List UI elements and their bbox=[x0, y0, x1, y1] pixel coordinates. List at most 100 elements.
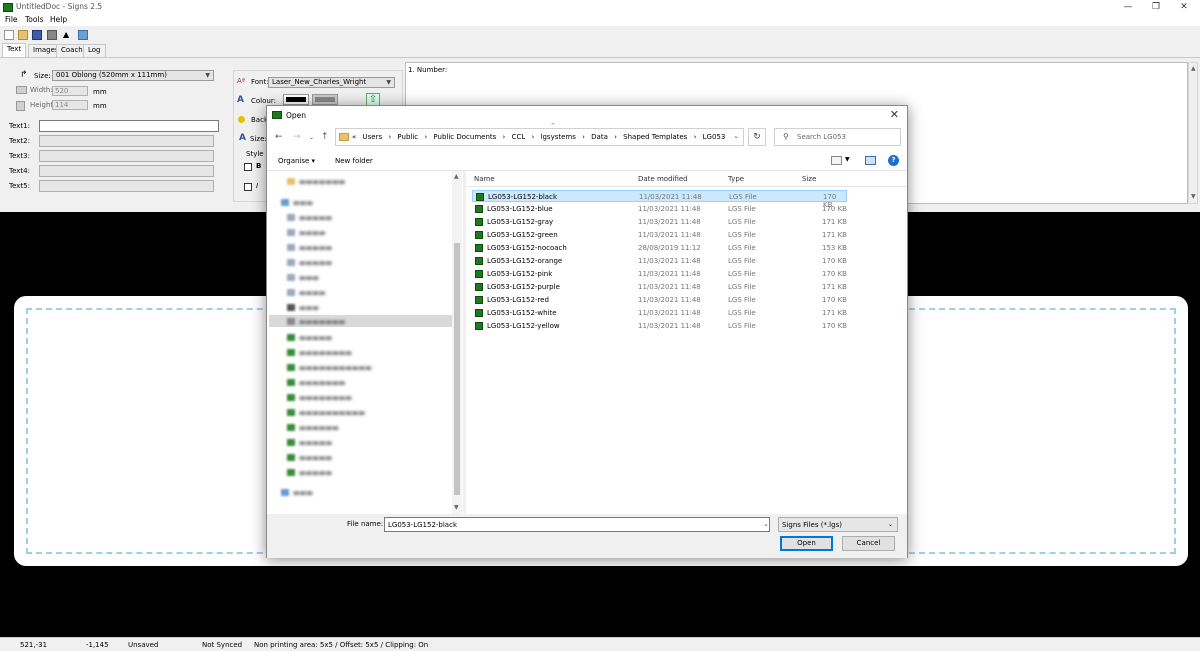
file-row[interactable]: LG053-LG152-orange 11/03/2021 11:48 LGS Fi… bbox=[472, 255, 847, 267]
filename-dropdown-icon[interactable]: ⌄ bbox=[763, 520, 769, 528]
back-arrow-icon[interactable]: ← bbox=[275, 132, 283, 142]
help-icon[interactable]: ? bbox=[888, 155, 899, 166]
scrollbar-thumb[interactable] bbox=[454, 243, 460, 495]
text2-input[interactable] bbox=[39, 135, 214, 147]
flip-icon[interactable]: ▲ bbox=[63, 30, 73, 40]
bold-checkbox[interactable] bbox=[244, 163, 252, 171]
file-row[interactable]: LG053-LG152-yellow 11/03/2021 11:48 LGS Fi… bbox=[472, 320, 847, 332]
nav-item[interactable]: ▬▬▬▬▬▬▬▬ bbox=[299, 349, 352, 357]
scroll-down-icon[interactable]: ▼ bbox=[454, 504, 459, 511]
nav-item[interactable]: ▬▬▬▬▬▬▬▬ bbox=[299, 394, 352, 402]
nav-item[interactable]: ▬▬▬▬▬ bbox=[299, 214, 332, 222]
width-field[interactable]: 520 bbox=[52, 86, 88, 96]
menu-help[interactable]: Help bbox=[50, 15, 67, 24]
view-dropdown-icon[interactable]: ▼ bbox=[845, 156, 850, 163]
new-document-icon[interactable] bbox=[4, 30, 14, 40]
dialog-close-icon[interactable]: ✕ bbox=[890, 108, 899, 121]
nav-item[interactable]: ▬▬▬ bbox=[299, 304, 319, 312]
col-date-modified[interactable]: Date modified bbox=[638, 175, 688, 183]
breadcrumb-public-documents[interactable]: Public Documents bbox=[433, 133, 496, 141]
tab-log[interactable]: Log bbox=[83, 44, 106, 57]
save-icon[interactable] bbox=[32, 30, 42, 40]
file-row[interactable]: LG053-LG152-nocoach 28/08/2019 11:12 LGS F… bbox=[472, 242, 847, 254]
breadcrumb-ccl[interactable]: CCL bbox=[512, 133, 526, 141]
file-row[interactable]: LG053-LG152-green 11/03/2021 11:48 LGS Fil… bbox=[472, 229, 847, 241]
file-row[interactable]: LG053-LG152-white 11/03/2021 11:48 LGS Fil… bbox=[472, 307, 847, 319]
nav-item[interactable]: ▬▬▬▬▬▬▬▬▬▬▬ bbox=[299, 364, 372, 372]
scroll-down-icon[interactable]: ▼ bbox=[1191, 193, 1196, 200]
nav-item[interactable]: ▬▬▬▬▬▬▬ bbox=[299, 318, 345, 326]
preview-pane-icon[interactable] bbox=[865, 156, 876, 165]
cancel-button[interactable]: Cancel bbox=[842, 536, 895, 551]
nav-item[interactable]: ▬▬▬▬▬▬▬ bbox=[299, 178, 345, 186]
navigation-scrollbar[interactable]: ▲ ▼ bbox=[452, 171, 462, 514]
recent-dropdown-icon[interactable]: ⌄ bbox=[309, 134, 314, 141]
nav-item[interactable]: ▬▬▬▬▬ bbox=[299, 469, 332, 477]
view-options-icon[interactable] bbox=[831, 156, 842, 165]
nav-item[interactable]: ▬▬▬▬▬▬▬ bbox=[299, 379, 345, 387]
breadcrumb-data[interactable]: Data bbox=[591, 133, 608, 141]
foreground-colour-swatch[interactable] bbox=[283, 94, 309, 105]
size-select[interactable]: 001 Oblong (520mm x 111mm) ▼ bbox=[52, 70, 214, 81]
breadcrumb-public[interactable]: Public bbox=[397, 133, 418, 141]
text3-input[interactable] bbox=[39, 150, 214, 162]
file-row[interactable]: LG053-LG152-purple 11/03/2021 11:48 LGS Fi… bbox=[472, 281, 847, 293]
menu-file[interactable]: File bbox=[5, 15, 18, 24]
nav-item[interactable]: ▬▬▬▬▬ bbox=[299, 454, 332, 462]
text4-input[interactable] bbox=[39, 165, 214, 177]
col-size[interactable]: Size bbox=[802, 175, 816, 183]
breadcrumb-overflow[interactable]: « bbox=[352, 133, 356, 141]
breadcrumb-lg053[interactable]: LG053 bbox=[703, 133, 726, 141]
file-list[interactable]: Name Date modified Type Size LG053-LG152… bbox=[466, 171, 907, 514]
nav-item[interactable]: ▬▬▬▬▬▬▬▬▬▬ bbox=[299, 409, 365, 417]
refresh-icon[interactable]: ↻ bbox=[748, 128, 766, 146]
nav-item[interactable]: ▬▬▬▬▬ bbox=[299, 259, 332, 267]
breadcrumb-users[interactable]: Users bbox=[363, 133, 383, 141]
nav-item[interactable]: ▬▬▬▬▬ bbox=[299, 334, 332, 342]
font-select[interactable]: Laser_New_Charles_Wright ▼ bbox=[268, 77, 395, 88]
nav-item[interactable]: ▬▬▬▬▬ bbox=[299, 244, 332, 252]
nav-item[interactable]: ▬▬▬ bbox=[293, 199, 313, 207]
search-input[interactable]: ⚲ Search LG053 bbox=[774, 128, 901, 146]
open-button[interactable]: Open bbox=[780, 536, 833, 551]
file-row[interactable]: LG053-LG152-red 11/03/2021 11:48 LGS File 1… bbox=[472, 294, 847, 306]
navigation-pane[interactable]: ▬▬▬▬▬▬▬ ▬▬▬ ▬▬▬▬▬ ▬▬▬▬ ▬▬▬▬▬ ▬▬▬▬▬ ▬▬▬ ▬… bbox=[267, 171, 463, 514]
height-field[interactable]: 114 bbox=[52, 100, 88, 110]
filename-input[interactable]: LG053-LG152-black bbox=[384, 517, 770, 532]
new-folder-button[interactable]: New folder bbox=[335, 157, 373, 165]
background-colour-swatch[interactable] bbox=[312, 94, 338, 105]
file-row[interactable]: LG053-LG152-blue 11/03/2021 11:48 LGS File… bbox=[472, 203, 847, 215]
breadcrumb-shaped-templates[interactable]: Shaped Templates bbox=[623, 133, 687, 141]
nav-item[interactable]: ▬▬▬▬ bbox=[299, 289, 325, 297]
minimize-button[interactable]: — bbox=[1114, 0, 1142, 15]
text1-input[interactable] bbox=[39, 120, 219, 132]
menu-tools[interactable]: Tools bbox=[25, 15, 43, 24]
filetype-select[interactable]: Signs Files (*.lgs) ⌄ bbox=[778, 517, 898, 532]
col-type[interactable]: Type bbox=[728, 175, 744, 183]
print-icon[interactable] bbox=[47, 30, 57, 40]
nav-item[interactable]: ▬▬▬▬▬ bbox=[299, 439, 332, 447]
tab-text[interactable]: Text bbox=[2, 43, 27, 57]
address-bar[interactable]: « Users › Public › Public Documents › CC… bbox=[335, 128, 744, 146]
col-name[interactable]: Name bbox=[474, 175, 495, 183]
nav-item[interactable]: ▬▬▬▬ bbox=[299, 229, 325, 237]
nav-item[interactable]: ▬▬▬ bbox=[299, 274, 319, 282]
nav-item-selected[interactable] bbox=[269, 315, 452, 327]
breadcrumb-lgsystems[interactable]: lgsystems bbox=[541, 133, 576, 141]
italic-checkbox[interactable] bbox=[244, 183, 252, 191]
up-arrow-icon[interactable]: ↑ bbox=[321, 132, 329, 142]
close-button[interactable]: ✕ bbox=[1170, 0, 1198, 15]
file-row[interactable]: LG053-LG152-black 11/03/2021 11:48 LGS Fil… bbox=[472, 190, 847, 209]
file-row[interactable]: LG053-LG152-gray 11/03/2021 11:48 LGS File… bbox=[472, 216, 847, 228]
layout-icon[interactable] bbox=[78, 30, 88, 40]
nav-item[interactable]: ▬▬▬▬▬▬ bbox=[299, 424, 339, 432]
number-list-scrollbar[interactable]: ▲ ▼ bbox=[1188, 62, 1198, 204]
forward-arrow-icon[interactable]: → bbox=[293, 132, 301, 142]
open-folder-icon[interactable] bbox=[18, 30, 28, 40]
text5-input[interactable] bbox=[39, 180, 214, 192]
address-dropdown-icon[interactable]: ⌄ bbox=[733, 132, 739, 140]
file-row[interactable]: LG053-LG152-pink 11/03/2021 11:48 LGS File… bbox=[472, 268, 847, 280]
restore-button[interactable]: ❐ bbox=[1142, 0, 1170, 15]
scroll-up-icon[interactable]: ▲ bbox=[1191, 65, 1196, 72]
organise-button[interactable]: Organise ▾ bbox=[278, 157, 315, 165]
